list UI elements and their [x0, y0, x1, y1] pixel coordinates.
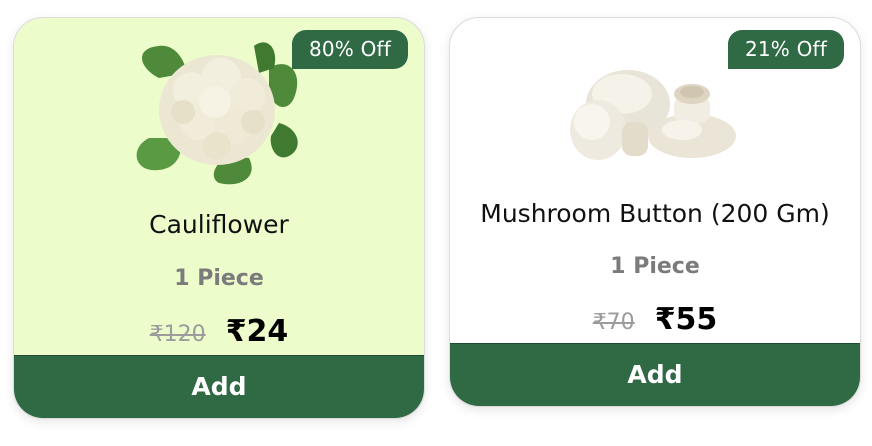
sale-price: ₹24 [225, 314, 289, 349]
add-button[interactable]: Add [450, 343, 860, 406]
discount-badge: 21% Off [727, 30, 844, 69]
price-row: ₹70 ₹55 [450, 302, 860, 337]
product-card-mushroom[interactable]: 21% Off Mushroom Button (200 Gm) 1 Piece… [449, 17, 861, 407]
original-price: ₹70 [592, 310, 635, 335]
product-name: Mushroom Button (200 Gm) [480, 199, 830, 228]
price-row: ₹120 ₹24 [14, 314, 424, 349]
product-quantity: 1 Piece [610, 254, 700, 279]
product-grid: 80% Off Cauliflower 1 Piece ₹120 ₹24 Add… [0, 0, 872, 446]
discount-badge: 80% Off [291, 30, 408, 69]
add-button[interactable]: Add [14, 355, 424, 418]
sale-price: ₹55 [654, 302, 718, 337]
product-card-cauliflower[interactable]: 80% Off Cauliflower 1 Piece ₹120 ₹24 Add [13, 17, 425, 419]
mushroom-image [570, 70, 736, 160]
original-price: ₹120 [149, 322, 206, 347]
product-name: Cauliflower [149, 210, 289, 239]
product-quantity: 1 Piece [174, 266, 264, 291]
cauliflower-image [136, 42, 298, 185]
